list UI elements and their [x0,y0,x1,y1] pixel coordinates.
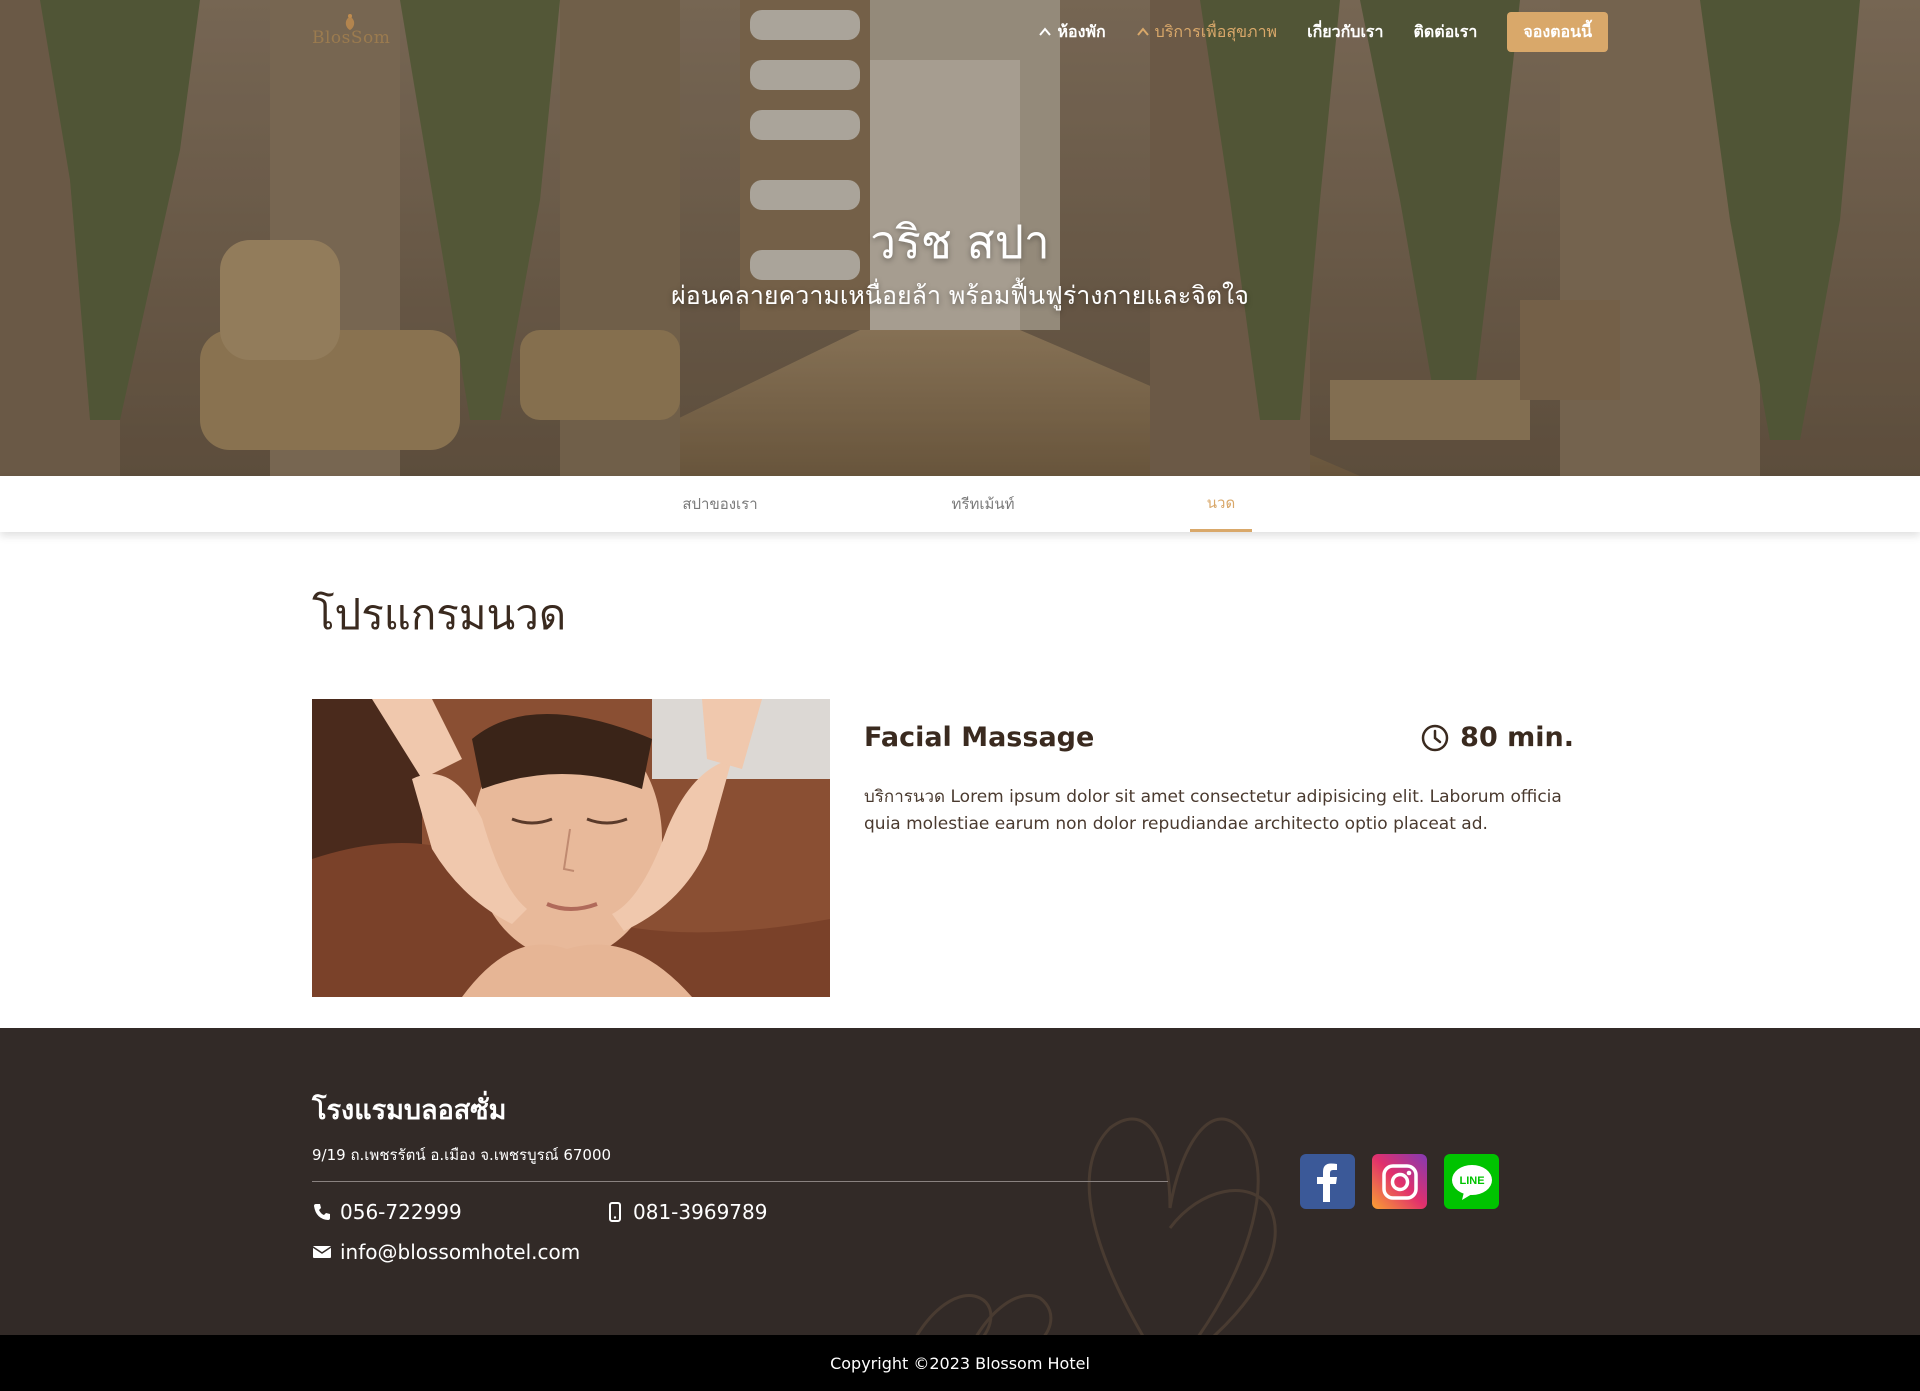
nav-item-label: บริการเพื่อสุขภาพ [1154,21,1278,41]
footer-email-text: info@blossomhotel.com [340,1240,581,1264]
clock-icon [1421,724,1449,751]
footer-email[interactable]: info@blossomhotel.com [312,1240,580,1264]
copyright-bar: Copyright ©2023 Blossom Hotel [0,1335,1920,1391]
hero-banner: BlosSom ห้องพัก บริการเพื่อสุขภาพ เกี่ยว… [0,0,1920,476]
mobile-phone-icon [609,1202,621,1222]
envelope-icon [312,1246,332,1258]
nav-item-label: เกี่ยวกับเรา [1307,21,1384,41]
nav-item-rooms[interactable]: ห้องพัก [1038,20,1106,45]
tab-massage[interactable]: นวด [1190,476,1252,532]
footer: โรงแรมบลอสซั่ม 9/19 ถ.เพชรรัตน์ อ.เมือง … [0,1028,1920,1335]
footer-mobile[interactable]: 081-3969789 [605,1200,767,1224]
chevron-up-icon [1039,27,1052,36]
logo-text: BlosSom [312,28,391,48]
hero-title: วริช สปา [870,215,1050,269]
svg-text:LINE: LINE [1459,1175,1484,1187]
line-glyph-icon: LINE [1451,1164,1492,1200]
nav-item-contact[interactable]: ติดต่อเรา [1414,20,1478,45]
program-duration: 80 min. [1420,722,1574,753]
line-icon[interactable]: LINE [1444,1154,1499,1209]
instagram-glyph-icon [1381,1163,1418,1200]
chevron-up-icon [1136,27,1149,36]
footer-phone[interactable]: 056-722999 [312,1200,462,1224]
footer-address: 9/19 ถ.เพชรรัตน์ อ.เมือง จ.เพชรบูรณ์ 670… [312,1146,612,1164]
facial-massage-photo [312,699,830,997]
flower-watermark-icon [915,1117,1277,1335]
phone-icon [314,1204,330,1220]
program-name: Facial Massage [864,722,1095,753]
nav-item-about[interactable]: เกี่ยวกับเรา [1307,20,1383,45]
hero-subtitle: ผ่อนคลายความเหนื่อยล้า พร้อมฟื้นฟูร่างกา… [671,281,1249,310]
tab-treatment[interactable]: ทรีทเม้นท์ [928,476,1038,532]
facebook-glyph-icon [1316,1163,1337,1202]
program-description: บริการนวด Lorem ipsum dolor sit amet con… [864,787,1562,834]
section-title: โปรแกรมนวด [312,590,567,639]
footer-hotel-name: โรงแรมบลอสซั่ม [312,1095,507,1126]
social-links: LINE [1300,1154,1499,1209]
main-nav: ห้องพัก บริการเพื่อสุขภาพ เกี่ยวกับเรา ต… [1038,12,1608,52]
tab-our-spa[interactable]: สปาของเรา [665,476,775,532]
nav-item-label: ติดต่อเรา [1413,21,1478,41]
massage-photo-image [312,699,830,997]
duration-text: 80 min. [1460,722,1574,753]
spa-tabs: สปาของเรา ทรีทเม้นท์ นวด [0,476,1920,532]
book-now-button[interactable]: จองตอนนี้ [1507,12,1608,52]
facebook-icon[interactable] [1300,1154,1355,1209]
nav-item-label: ห้องพัก [1057,21,1106,41]
footer-phone-text: 056-722999 [340,1200,462,1224]
footer-divider [312,1181,1168,1182]
nav-item-wellness[interactable]: บริการเพื่อสุขภาพ [1136,20,1277,45]
footer-mobile-text: 081-3969789 [633,1200,768,1224]
instagram-icon[interactable] [1372,1154,1427,1209]
